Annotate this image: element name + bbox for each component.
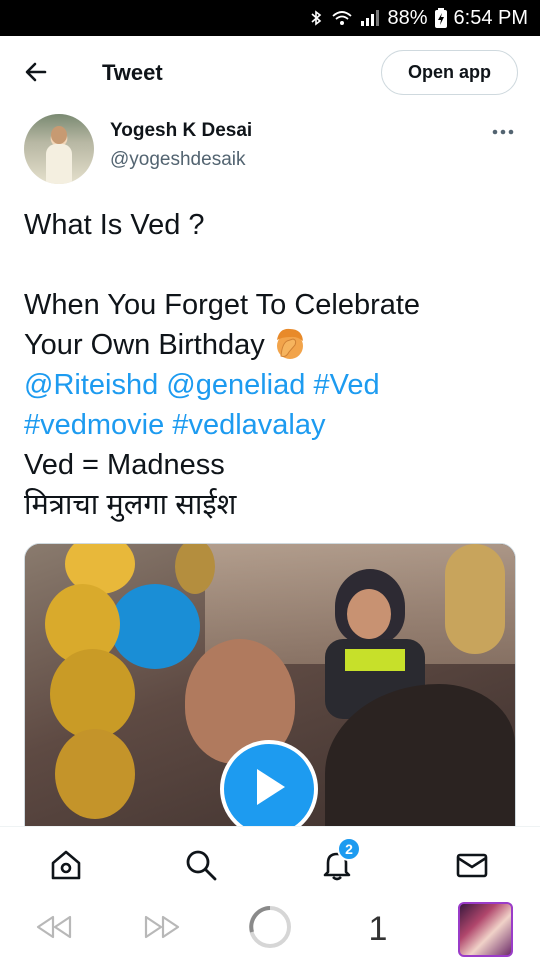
mention-link[interactable]: @geneliad <box>166 369 305 401</box>
more-options-button[interactable] <box>486 120 520 144</box>
rewind-icon <box>34 912 74 947</box>
browser-profile-avatar[interactable] <box>458 902 513 957</box>
open-app-button[interactable]: Open app <box>381 50 518 95</box>
author-name[interactable]: Yogesh K Desai <box>110 120 252 142</box>
status-bar: 88% 6:54 PM <box>0 0 540 36</box>
loading-icon <box>247 904 293 955</box>
tweet-line-text: Your Own Birthday <box>24 329 265 361</box>
page-title: Tweet <box>102 60 163 85</box>
fast-forward-icon <box>142 912 182 947</box>
tweet-line: #vedmovie #vedlavalay <box>24 405 524 445</box>
author-avatar[interactable] <box>24 114 94 184</box>
tab-count-button[interactable]: 1 <box>360 906 396 952</box>
arrow-left-icon <box>23 59 49 90</box>
tweet-text: What Is Ved ? When You Forget To Celebra… <box>24 205 524 525</box>
bluetooth-icon <box>307 9 325 27</box>
bottom-navigation: 2 <box>0 826 540 898</box>
author-handle[interactable]: @yogeshdesaik <box>110 149 245 171</box>
play-icon <box>249 765 289 814</box>
status-time: 6:54 PM <box>453 6 528 29</box>
browser-forward-button[interactable] <box>138 906 186 952</box>
nav-messages-button[interactable] <box>452 847 492 887</box>
play-button[interactable] <box>220 740 318 832</box>
hashtag-link[interactable]: #vedlavalay <box>172 409 325 441</box>
signal-icon <box>359 9 381 27</box>
tweet-line: Your Own Birthday <box>24 325 524 365</box>
tweet-line: Ved = Madness <box>24 449 225 481</box>
tweet-header: Tweet Open app <box>0 36 540 110</box>
tweet-video[interactable] <box>24 543 516 833</box>
hashtag-link[interactable]: #Ved <box>313 369 379 401</box>
browser-reload-button[interactable] <box>246 904 294 955</box>
more-horizontal-icon <box>491 123 515 141</box>
messages-icon <box>455 848 489 887</box>
nav-home-button[interactable] <box>46 847 86 887</box>
hashtag-link[interactable]: #vedmovie <box>24 409 164 441</box>
back-button[interactable] <box>16 54 56 94</box>
tweet-line: @Riteishd @geneliad #Ved <box>24 365 524 405</box>
search-icon <box>184 848 218 887</box>
battery-percent: 88% <box>387 6 428 29</box>
battery-icon <box>434 7 448 29</box>
notification-badge: 2 <box>337 837 361 861</box>
browser-back-button[interactable] <box>30 906 78 952</box>
tweet-line: When You Forget To Celebrate <box>24 289 421 321</box>
wifi-icon <box>331 9 353 27</box>
home-icon <box>49 848 83 887</box>
mention-link[interactable]: @Riteishd <box>24 369 158 401</box>
tweet-line: What Is Ved ? <box>24 209 205 241</box>
face-palm-emoji-icon <box>273 326 307 360</box>
tweet-line: मित्राचा मुलगा साईश <box>24 489 237 521</box>
nav-search-button[interactable] <box>181 847 221 887</box>
